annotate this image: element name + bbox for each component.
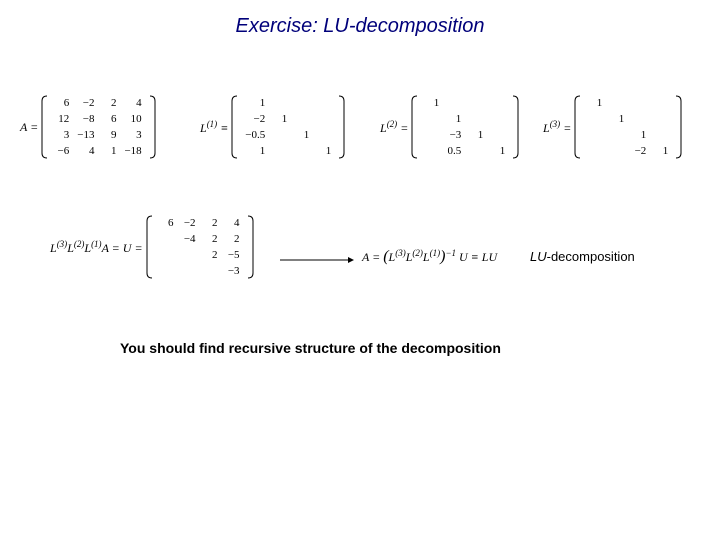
matrix-cell: 1 (291, 127, 313, 143)
matrix-cell (269, 127, 291, 143)
matrix-U: L(3)L(2)L(1)A = U = 6−224−4222−5−3 (50, 215, 254, 279)
matrix-cell (421, 111, 443, 127)
matrix-L3: L(3) = 111−21 (543, 95, 682, 159)
matrix-cell: 10 (120, 111, 145, 127)
matrix-cell: 2 (200, 231, 222, 247)
matrix-cell (200, 263, 222, 279)
matrix-cell (487, 127, 509, 143)
matrix-cell: −4 (178, 231, 200, 247)
matrix-cell: −3 (443, 127, 465, 143)
matrix-cell (606, 127, 628, 143)
matrix-cell (313, 127, 335, 143)
matrix-cell (178, 263, 200, 279)
matrix-cell (291, 95, 313, 111)
matrix-cell (584, 143, 606, 159)
matrix-cell (421, 143, 443, 159)
matrix-cell (269, 95, 291, 111)
matrix-cell: 1 (465, 127, 487, 143)
matrix-cell (156, 263, 178, 279)
matrix-cell: 9 (98, 127, 120, 143)
matrix-cell: 2 (200, 215, 222, 231)
matrix-cell (487, 95, 509, 111)
matrix-cell: 1 (606, 111, 628, 127)
matrix-cell (650, 127, 672, 143)
matrix-cell: 1 (487, 143, 509, 159)
matrix-cell: −3 (222, 263, 244, 279)
matrix-cell: 0.5 (443, 143, 465, 159)
matrix-cell: 1 (241, 143, 269, 159)
matrix-cell: 1 (421, 95, 443, 111)
matrix-cell: −2 (628, 143, 650, 159)
arrow-icon (280, 254, 355, 269)
label-A: A (20, 120, 27, 134)
matrix-cell: −8 (73, 111, 98, 127)
matrix-cell (443, 95, 465, 111)
matrix-cell (269, 143, 291, 159)
matrix-cell: 6 (156, 215, 178, 231)
matrix-cell: 4 (222, 215, 244, 231)
matrix-cell (313, 111, 335, 127)
matrix-cell (628, 95, 650, 111)
matrix-cell: −18 (120, 143, 145, 159)
slide-title: Exercise: LU-decomposition (0, 15, 720, 38)
matrix-cell: 6 (51, 95, 73, 111)
matrix-cell (650, 95, 672, 111)
matrix-cell: 1 (313, 143, 335, 159)
matrix-cell (487, 111, 509, 127)
matrix-cell: 6 (98, 111, 120, 127)
matrix-cell: 1 (628, 127, 650, 143)
matrix-L2: L(2) = 11−310.51 (380, 95, 519, 159)
matrix-cell (291, 111, 313, 127)
matrix-cell: 12 (51, 111, 73, 127)
matrix-cell: −13 (73, 127, 98, 143)
matrix-cell: 2 (98, 95, 120, 111)
matrix-cell: −2 (241, 111, 269, 127)
matrix-cell (465, 95, 487, 111)
matrix-cell: 1 (650, 143, 672, 159)
matrix-L1: L(1) ≡ 1−21−0.5111 (200, 95, 345, 159)
matrix-cell: 4 (73, 143, 98, 159)
matrix-cell (606, 143, 628, 159)
matrix-cell: 1 (443, 111, 465, 127)
matrix-cell: 1 (269, 111, 291, 127)
matrix-cell (606, 95, 628, 111)
matrix-cell: 3 (51, 127, 73, 143)
matrix-cell (421, 127, 443, 143)
matrix-cell (650, 111, 672, 127)
matrix-cell (291, 143, 313, 159)
matrix-cell: 1 (98, 143, 120, 159)
matrix-cell: −0.5 (241, 127, 269, 143)
matrix-A: A = 6−22412−86103−1393−641−18 (20, 95, 156, 159)
matrix-cell (178, 247, 200, 263)
matrix-cell (313, 95, 335, 111)
matrix-cell: 2 (200, 247, 222, 263)
matrix-cell: 3 (120, 127, 145, 143)
matrix-cell (156, 231, 178, 247)
matrix-cell (628, 111, 650, 127)
equation-LU: A = (L(3)L(2)L(1))−1 U ≡ LU (362, 248, 497, 266)
matrix-cell: 1 (241, 95, 269, 111)
matrix-cell (465, 111, 487, 127)
matrix-cell: −5 (222, 247, 244, 263)
lu-caption: LU-decomposition (530, 249, 635, 264)
bottom-note: You should find recursive structure of t… (120, 340, 501, 356)
matrix-cell (465, 143, 487, 159)
matrix-cell: −2 (178, 215, 200, 231)
matrix-cell: 4 (120, 95, 145, 111)
matrix-cell: −2 (73, 95, 98, 111)
matrix-cell: 1 (584, 95, 606, 111)
matrix-cell: −6 (51, 143, 73, 159)
matrix-cell (584, 111, 606, 127)
matrix-cell: 2 (222, 231, 244, 247)
matrix-cell (156, 247, 178, 263)
matrix-cell (584, 127, 606, 143)
